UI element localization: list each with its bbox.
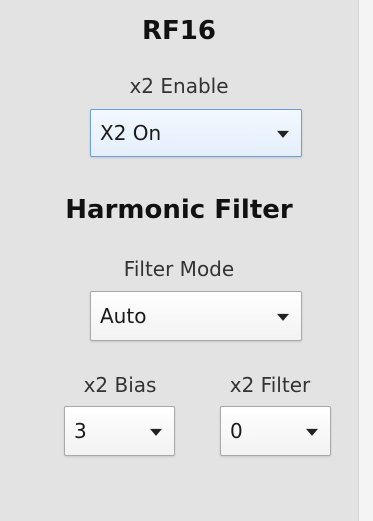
x2-filter-label: x2 Filter: [229, 373, 311, 397]
x2-enable-value: X2 On: [100, 121, 162, 145]
harmonic-filter-title: Harmonic Filter: [65, 195, 293, 225]
filter-mode-value: Auto: [100, 304, 147, 328]
x2-bias-value: 3: [74, 419, 87, 443]
scrollbar-track[interactable]: [358, 0, 373, 521]
chevron-down-icon: [306, 428, 318, 436]
filter-mode-dropdown[interactable]: Auto: [90, 291, 302, 341]
x2-enable-label: x2 Enable: [129, 74, 229, 98]
filter-mode-label: Filter Mode: [123, 257, 235, 281]
chevron-down-icon: [277, 130, 289, 138]
x2-enable-dropdown[interactable]: X2 On: [90, 109, 302, 157]
rf16-panel: RF16 x2 Enable X2 On Harmonic Filter Fil…: [0, 0, 358, 521]
x2-bias-dropdown[interactable]: 3: [64, 406, 175, 456]
chevron-down-icon: [277, 313, 289, 321]
x2-filter-dropdown[interactable]: 0: [220, 406, 331, 456]
x2-filter-value: 0: [230, 419, 243, 443]
x2-bias-label: x2 Bias: [83, 373, 157, 397]
chevron-down-icon: [150, 428, 162, 436]
section-title-rf16: RF16: [142, 16, 216, 46]
